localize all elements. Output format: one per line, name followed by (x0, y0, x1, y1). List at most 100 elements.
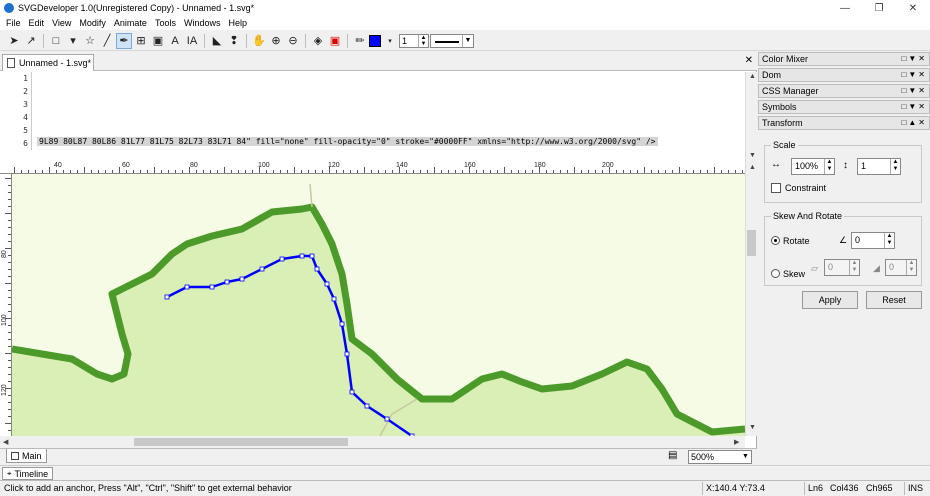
anchor-point[interactable] (224, 279, 230, 285)
rotate-stepper[interactable]: 0 ▲ ▼ (851, 232, 895, 249)
panel-color-mixer[interactable]: Color Mixer □▼✕ (758, 52, 930, 66)
scroll-down-icon[interactable]: ▼ (749, 152, 756, 159)
close-icon[interactable]: ✕ (896, 0, 930, 16)
text-tool-icon[interactable]: A (167, 33, 183, 49)
anchor-point[interactable] (259, 266, 265, 272)
no-fill-icon[interactable]: ▣ (327, 33, 343, 49)
skew-y-stepper[interactable]: 0 ▲ ▼ (885, 259, 917, 276)
stroke-color-swatch[interactable] (369, 34, 381, 47)
scroll-up-icon[interactable]: ▲ (749, 164, 756, 171)
stepper-arrows-icon[interactable]: ▲ ▼ (884, 233, 894, 248)
select-arrow-icon[interactable]: ➤ (6, 33, 22, 49)
eyedropper-icon[interactable]: ❢ (226, 33, 242, 49)
zoom-select[interactable]: 500% ▼ (688, 450, 752, 464)
skew-radio[interactable] (771, 269, 780, 278)
anchor-point[interactable] (209, 284, 215, 290)
anchor-point[interactable] (349, 389, 355, 395)
direct-select-icon[interactable]: ↗ (23, 33, 39, 49)
menu-help[interactable]: Help (224, 18, 251, 28)
anchor-point[interactable] (331, 296, 337, 302)
tab-timeline[interactable]: ⌖ Timeline (2, 467, 54, 480)
menu-tools[interactable]: Tools (151, 18, 180, 28)
anchor-point[interactable] (339, 321, 345, 327)
menu-view[interactable]: View (48, 18, 75, 28)
stepper-arrows-icon[interactable]: ▲ ▼ (890, 159, 900, 174)
anchor-point[interactable] (279, 256, 285, 262)
image-tool-icon[interactable]: ▣ (150, 33, 166, 49)
anchor-point[interactable] (364, 403, 370, 409)
close-document-icon[interactable]: ✕ (745, 55, 753, 66)
zoom-stamp-icon[interactable]: ▤ (668, 450, 682, 462)
code-vertical-scrollbar[interactable]: ▲ ▼ (745, 72, 757, 162)
panel-controls-icon[interactable]: □▼✕ (902, 53, 927, 65)
tab-unnamed-1[interactable]: Unnamed - 1.svg* (2, 54, 94, 71)
menu-windows[interactable]: Windows (180, 18, 225, 28)
color-dropdown-icon[interactable]: ▾ (382, 33, 398, 49)
anchor-point[interactable] (309, 253, 315, 259)
stepper-arrows-icon[interactable]: ▲ ▼ (418, 34, 428, 47)
drawing-canvas[interactable] (12, 174, 745, 436)
anchor-point[interactable] (344, 351, 350, 357)
stroke-pencil-icon[interactable]: ✏ (352, 33, 368, 49)
canvas-horizontal-scrollbar[interactable]: ◀ ▶ (0, 436, 745, 448)
minimize-icon[interactable]: — (828, 0, 862, 16)
scale-x-stepper[interactable]: 100% ▲ ▼ (791, 158, 835, 175)
anchor-point[interactable] (184, 284, 190, 290)
anchor-point[interactable] (299, 253, 305, 259)
rectangle-tool-icon[interactable]: □ (48, 33, 64, 49)
panel-controls-icon[interactable]: □▼✕ (902, 101, 927, 113)
stroke-style-select[interactable]: ▼ (430, 33, 474, 48)
panel-controls-icon[interactable]: □▲✕ (902, 117, 927, 129)
stepper-arrows-icon[interactable]: ▲ ▼ (824, 159, 834, 174)
menu-edit[interactable]: Edit (25, 18, 49, 28)
scale-y-stepper[interactable]: 1 ▲ ▼ (857, 158, 901, 175)
stepper-arrows-icon[interactable]: ▲ ▼ (906, 260, 916, 275)
anchor-point[interactable] (384, 416, 390, 422)
skew-x-stepper[interactable]: 0 ▲ ▼ (824, 259, 860, 276)
star-tool-icon[interactable]: ☆ (82, 33, 98, 49)
scroll-thumb[interactable] (134, 438, 348, 446)
panel-dom[interactable]: Dom □▼✕ (758, 68, 930, 82)
panel-symbols[interactable]: Symbols □▼✕ (758, 100, 930, 114)
hand-tool-icon[interactable]: ✋ (251, 33, 267, 49)
line-tool-icon[interactable]: ╱ (99, 33, 115, 49)
pen-tool-icon[interactable]: ✒ (116, 32, 132, 49)
stepper-arrows-icon[interactable]: ▲ ▼ (849, 260, 859, 275)
color-picker-icon[interactable]: ◈ (310, 33, 326, 49)
tab-main[interactable]: Main (6, 449, 47, 463)
apply-button[interactable]: Apply (802, 291, 858, 309)
panel-controls-icon[interactable]: □▼✕ (902, 85, 927, 97)
anchor-point[interactable] (324, 281, 330, 287)
text-area-icon[interactable]: IA (184, 33, 200, 49)
scroll-right-icon[interactable]: ▶ (734, 438, 739, 446)
constraint-checkbox[interactable] (771, 183, 781, 193)
menu-file[interactable]: File (2, 18, 25, 28)
scroll-down-icon[interactable]: ▼ (749, 424, 756, 431)
shape-dropdown-icon[interactable]: ▾ (65, 33, 81, 49)
panel-css-manager[interactable]: CSS Manager □▼✕ (758, 84, 930, 98)
scroll-thumb[interactable] (747, 230, 756, 256)
menu-modify[interactable]: Modify (75, 18, 110, 28)
anchor-point[interactable] (164, 294, 170, 300)
code-line-6[interactable]: 9L89 80L87 80L86 81L77 81L75 82L73 83L71… (37, 137, 658, 146)
zoom-in-icon[interactable]: ⊕ (268, 33, 284, 49)
scroll-up-icon[interactable]: ▲ (749, 73, 756, 80)
menu-animate[interactable]: Animate (110, 18, 151, 28)
anchor-point[interactable] (239, 276, 245, 282)
add-anchor-icon[interactable]: ⊞ (133, 33, 149, 49)
fill-bucket-icon[interactable]: ◣ (209, 33, 225, 49)
stroke-width-stepper[interactable]: 1 ▲ ▼ (399, 33, 429, 48)
code-editor[interactable]: 1 2 3 4 5 6 9L89 80L87 80L86 81L77 81L75… (0, 72, 757, 162)
anchor-point[interactable] (314, 266, 320, 272)
panel-transform[interactable]: Transform □▲✕ (758, 116, 930, 130)
maximize-icon[interactable]: ❐ (862, 0, 896, 16)
canvas-vertical-scrollbar[interactable]: ▲ ▼ (745, 162, 757, 436)
chevron-down-icon[interactable]: ▼ (740, 451, 751, 463)
panel-controls-icon[interactable]: □▼✕ (902, 69, 927, 81)
reset-button[interactable]: Reset (866, 291, 922, 309)
ruler-tick (252, 170, 253, 173)
chevron-down-icon[interactable]: ▼ (462, 34, 473, 47)
rotate-radio[interactable] (771, 236, 780, 245)
scroll-left-icon[interactable]: ◀ (3, 438, 8, 446)
zoom-out-icon[interactable]: ⊖ (285, 33, 301, 49)
